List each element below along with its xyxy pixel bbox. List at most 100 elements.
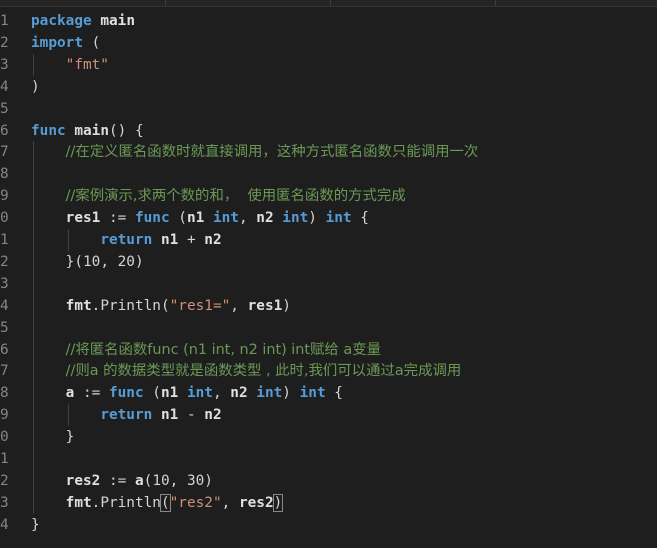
code-token: ) — [282, 297, 291, 314]
code-token: - — [178, 407, 205, 424]
code-line[interactable]: 7 //则a 的数据类型就是函数类型 , 此时,我们可以通过a完成调用 — [0, 360, 657, 382]
code-token: n2 — [230, 385, 248, 402]
code-line[interactable]: 2 import ( — [0, 32, 657, 54]
code-line[interactable]: 9 return n1 - n2 — [0, 404, 657, 426]
code-token: fmt — [65, 494, 92, 511]
code-line[interactable]: 0 res1 := func (n1 int, n2 int) int { — [0, 207, 657, 229]
code-line[interactable]: 6 //将匿名函数func (n1 int, n2 int) int赋给 a变量 — [0, 339, 657, 361]
code-token: ( — [82, 34, 101, 51]
code-token: int — [256, 385, 283, 402]
code-line[interactable]: 3 — [0, 273, 657, 295]
code-line[interactable]: 8 a := func (n1 int, n2 int) int { — [0, 382, 657, 404]
code-line[interactable]: 4) — [0, 76, 657, 98]
code-text: import ( — [31, 32, 100, 54]
code-editor[interactable]: 1 package main 2 import (3 "fmt" 4) 5 6 func ma… — [0, 6, 657, 548]
line-number: 8 — [0, 166, 9, 183]
code-token: .Println — [91, 494, 161, 511]
line-number: 9 — [0, 188, 9, 205]
code-token: return — [100, 232, 153, 248]
code-line[interactable]: 2 res2 := a(10, 30) — [0, 470, 657, 492]
code-token: } — [31, 429, 75, 446]
line-number: 1 — [0, 232, 9, 248]
code-token: a — [134, 472, 144, 489]
code-token: + — [178, 232, 205, 248]
code-text: }(10, 20) — [31, 251, 144, 273]
code-token: int — [325, 210, 352, 227]
code-token: , — [221, 494, 239, 511]
code-token: ( — [143, 472, 153, 489]
line-number: 9 — [0, 407, 9, 424]
line-number: 4 — [0, 516, 9, 533]
code-token: .Println( — [91, 297, 170, 314]
code-line[interactable]: 3 "fmt" — [0, 54, 657, 76]
line-number: 1 — [0, 13, 9, 29]
code-token: ) — [204, 472, 213, 489]
code-line[interactable]: 5 — [0, 98, 657, 120]
code-line[interactable]: 4} — [0, 514, 657, 536]
code-line[interactable]: 3 fmt.Println("res2", res2) — [0, 492, 657, 514]
code-token: main — [100, 13, 135, 29]
code-token: "fmt" — [65, 56, 109, 73]
code-token: 20 — [117, 253, 135, 270]
code-line[interactable]: 4 fmt.Println("res1=", res1) — [0, 295, 657, 317]
code-token: ( — [160, 493, 171, 512]
code-token: //将匿名函数func (n1 int, n2 int) int赋给 a变量 — [65, 341, 381, 358]
line-number: 7 — [0, 363, 9, 380]
line-number: 7 — [0, 144, 9, 161]
code-token: int — [212, 210, 239, 227]
code-line[interactable]: 6 func main() { — [0, 120, 657, 142]
code-line[interactable]: 0 } — [0, 426, 657, 448]
code-token: //在定义匿名函数时就直接调用，这种方式匿名函数只能调用一次 — [65, 144, 479, 161]
code-token: n1 — [186, 210, 205, 227]
code-token: res1 — [65, 210, 101, 227]
code-token: int — [299, 385, 326, 402]
code-line[interactable]: 7 //在定义匿名函数时就直接调用，这种方式匿名函数只能调用一次 — [0, 141, 657, 163]
code-line[interactable]: 5 — [0, 317, 657, 339]
line-number: 6 — [0, 122, 9, 139]
code-text: //将匿名函数func (n1 int, n2 int) int赋给 a变量 — [31, 339, 381, 361]
code-text: fmt.Println("res1=", res1) — [31, 295, 291, 317]
code-text: return n1 + n2 — [31, 229, 221, 251]
code-token: ) — [272, 493, 284, 512]
code-line[interactable]: 9 //案例演示,求两个数的和， 使用匿名函数的方式完成 — [0, 185, 657, 207]
code-token: , — [230, 297, 248, 314]
code-token: res1 — [247, 297, 283, 314]
code-token: return — [100, 407, 153, 424]
code-token: int — [186, 385, 213, 402]
line-number: 0 — [0, 210, 9, 227]
line-number: 0 — [0, 429, 9, 446]
indent-guide — [68, 229, 69, 251]
code-line[interactable]: 1 package main — [0, 10, 657, 32]
code-token: ) — [134, 253, 144, 270]
code-token: := — [100, 210, 135, 227]
line-number: 4 — [0, 78, 9, 95]
code-line[interactable]: 8 — [0, 163, 657, 185]
code-token: n2 — [204, 407, 222, 424]
code-text: //案例演示,求两个数的和， 使用匿名函数的方式完成 — [31, 185, 406, 207]
code-token: ) — [282, 385, 300, 402]
code-text: //则a 的数据类型就是函数类型 , 此时,我们可以通过a完成调用 — [31, 360, 462, 382]
code-line[interactable]: 1 — [0, 448, 657, 470]
code-token: ) — [308, 210, 326, 227]
indent-guide — [68, 404, 69, 427]
code-token: () { — [108, 122, 144, 139]
code-token: main — [74, 122, 109, 139]
code-text: a := func (n1 int, n2 int) int { — [31, 382, 343, 404]
code-token: func — [134, 210, 170, 227]
code-token: 30 — [186, 472, 205, 489]
code-line[interactable]: 2 }(10, 20) — [0, 251, 657, 273]
code-line[interactable]: 1 return n1 + n2 — [0, 229, 657, 251]
code-token: ( — [169, 210, 187, 227]
code-token: := — [74, 385, 109, 402]
code-text: return n1 - n2 — [31, 404, 222, 426]
